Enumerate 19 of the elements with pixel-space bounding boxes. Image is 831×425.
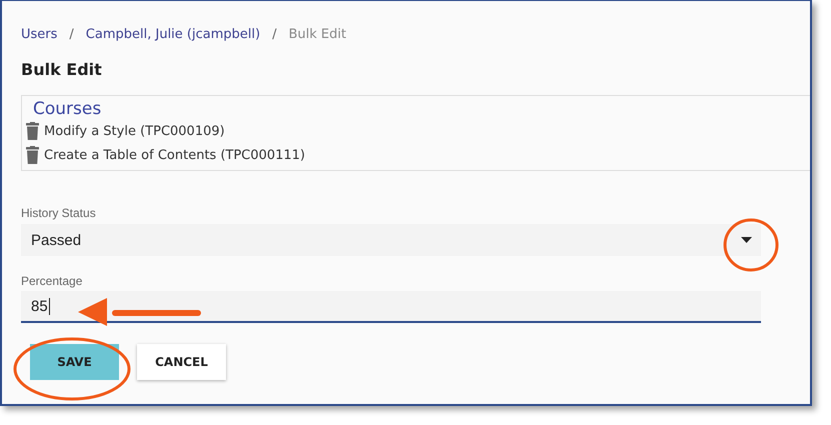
trash-icon[interactable] [26, 146, 39, 164]
highlight-circle [724, 218, 778, 272]
save-button[interactable]: SAVE [30, 344, 119, 380]
cancel-button[interactable]: CANCEL [137, 344, 226, 380]
breadcrumb-current: Bulk Edit [288, 26, 346, 42]
course-name: Create a Table of Contents (TPC000111) [44, 148, 306, 162]
breadcrumb-separator: / [272, 26, 277, 42]
status-dropdown[interactable]: Passed [21, 224, 761, 256]
course-name: Modify a Style (TPC000109) [44, 124, 225, 138]
breadcrumb-link[interactable]: Users [21, 26, 58, 42]
field-label: History Status [21, 206, 97, 220]
breadcrumb-separator: / [69, 26, 74, 42]
trash-icon[interactable] [26, 122, 39, 140]
page-title: Bulk Edit [21, 60, 103, 79]
breadcrumb-link[interactable]: Campbell, Julie (jcampbell) [86, 26, 260, 42]
caret-icon [741, 237, 752, 243]
field-label: Percentage [21, 274, 84, 288]
courses-heading: Courses [32, 100, 102, 119]
percentage-field[interactable]: 85 [21, 291, 761, 323]
